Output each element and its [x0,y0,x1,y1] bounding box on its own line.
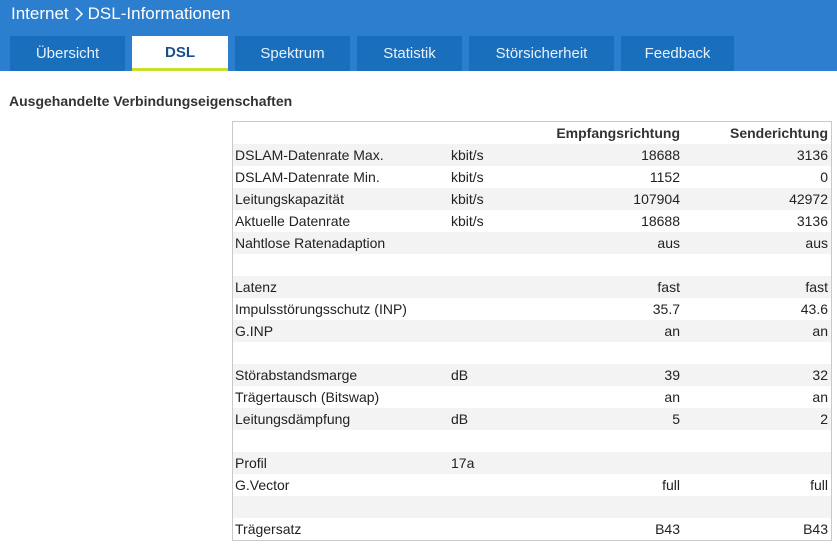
chevron-right-icon [75,7,84,21]
row-receive-value: an [664,323,680,339]
row-send-value: fast [805,279,828,295]
tab-dsl[interactable]: DSL [132,36,228,71]
row-receive-value: 39 [664,367,680,383]
table-row: Leitungskapazität kbit/s 107904 42972 [233,188,831,210]
table-row [233,496,831,518]
tab-feedback[interactable]: Feedback [621,36,734,71]
row-unit: kbit/s [451,213,484,229]
row-label: Nahtlose Ratenadaption [235,235,386,251]
row-send-value: an [812,389,828,405]
row-unit: kbit/s [451,147,484,163]
row-label: Latenz [235,279,278,295]
row-send-value: full [810,477,828,493]
table-row: DSLAM-Datenrate Max. kbit/s 18688 3136 [233,144,831,166]
section-title: Ausgehandelte Verbindungseigenschaften [9,93,293,109]
table-row [233,430,831,452]
row-unit: dB [451,411,469,427]
row-label: Trägertausch (Bitswap) [235,389,380,405]
row-label: Aktuelle Datenrate [235,213,351,229]
table-row: DSLAM-Datenrate Min. kbit/s 1152 0 [233,166,831,188]
row-receive-value: 107904 [633,191,680,207]
row-receive-value: full [662,477,680,493]
row-receive-value: B43 [655,521,680,537]
breadcrumb: Internet DSL-Informationen [11,3,230,25]
row-send-value: aus [805,235,828,251]
row-label: DSLAM-Datenrate Max. [235,147,384,163]
row-unit: kbit/s [451,191,484,207]
row-receive-value: aus [657,235,680,251]
row-send-value: 0 [820,169,828,185]
row-send-value: 3136 [796,213,828,229]
row-receive-value: 18688 [641,213,680,229]
table-row: Nahtlose Ratenadaption aus aus [233,232,831,254]
table-row: G.Vector full full [233,474,831,496]
row-send-value: 32 [812,367,828,383]
row-label: DSLAM-Datenrate Min. [235,169,380,185]
table-row [233,342,831,364]
row-send-value: an [812,323,828,339]
tab-uebersicht[interactable]: Übersicht [10,36,125,71]
table-row [233,254,831,276]
row-send-value: 42972 [789,191,828,207]
row-label: Leitungskapazität [235,191,344,207]
row-unit: dB [451,367,469,383]
header-send: Senderichtung [729,125,828,141]
table-row: Latenz fast fast [233,276,831,298]
row-send-value: 3136 [796,147,828,163]
tab-spektrum[interactable]: Spektrum [235,36,350,71]
table-header-row: Empfangsrichtung Senderichtung [233,122,831,144]
breadcrumb-parent[interactable]: Internet [11,4,69,24]
row-send-value: B43 [803,521,828,537]
row-unit: 17a [451,455,475,471]
row-receive-value: an [664,389,680,405]
row-receive-value: 1152 [649,169,680,185]
row-label: G.Vector [235,477,290,493]
row-receive-value: 18688 [641,147,680,163]
row-send-value: 2 [820,411,828,427]
dsl-properties-table: Empfangsrichtung Senderichtung DSLAM-Dat… [232,121,832,541]
row-receive-value: 35.7 [652,301,680,317]
row-receive-value: 5 [672,411,680,427]
tab-bar: Übersicht DSL Spektrum Statistik Störsic… [10,36,741,71]
table-row: Leitungsdämpfung dB 5 2 [233,408,831,430]
row-label: Leitungsdämpfung [235,411,351,427]
table-row: Trägertausch (Bitswap) an an [233,386,831,408]
table-row: G.INP an an [233,320,831,342]
tab-stoersicherheit[interactable]: Störsicherheit [469,36,614,71]
row-label: G.INP [235,323,274,339]
table-row: Profil 17a [233,452,831,474]
table-row: Aktuelle Datenrate kbit/s 18688 3136 [233,210,831,232]
table-row: Trägersatz B43 B43 [233,518,831,540]
row-unit: kbit/s [451,169,484,185]
tab-statistik[interactable]: Statistik [357,36,462,71]
table-row: Impulsstörungsschutz (INP) 35.7 43.6 [233,298,831,320]
header-receive: Empfangsrichtung [556,125,680,141]
header-bar: Internet DSL-Informationen Übersicht DSL… [0,0,837,71]
table-row: Störabstandsmarge dB 39 32 [233,364,831,386]
row-send-value: 43.6 [800,301,828,317]
row-label: Störabstandsmarge [235,367,358,383]
row-label: Trägersatz [235,521,302,537]
row-label: Profil [235,455,267,471]
row-receive-value: fast [657,279,680,295]
row-label: Impulsstörungsschutz (INP) [235,301,407,317]
breadcrumb-current: DSL-Informationen [87,4,231,23]
